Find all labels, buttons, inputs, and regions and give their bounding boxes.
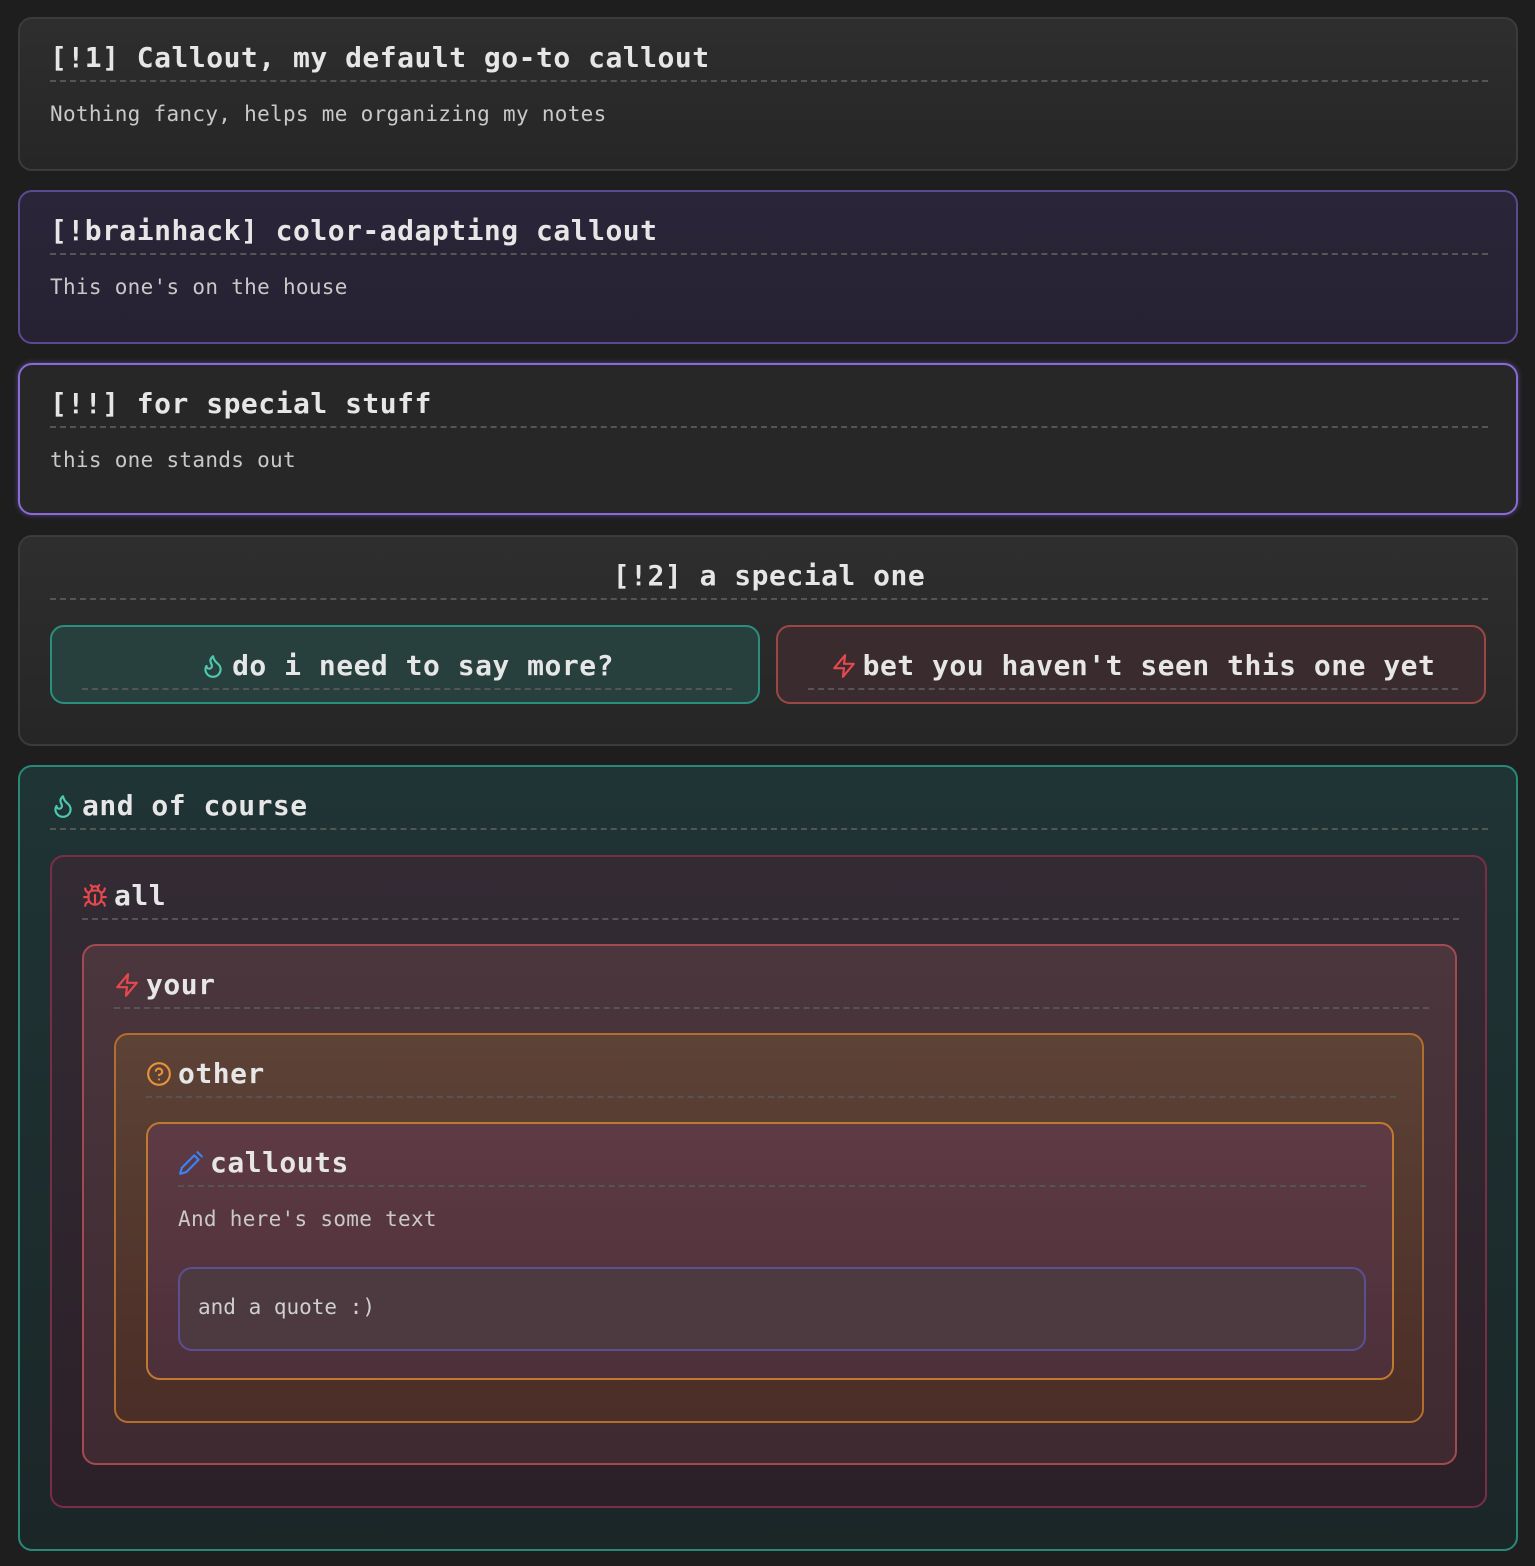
callout-special: [!!] for special stuff this one stands o… bbox=[18, 363, 1518, 515]
flame-icon bbox=[50, 791, 76, 821]
callout-nested-note: callouts And here's some text and a quot… bbox=[146, 1122, 1394, 1380]
callout-special-one: [!2] a special one do i need to say more… bbox=[18, 535, 1518, 746]
callout-title-text: all bbox=[114, 879, 167, 912]
callout-title-text: other bbox=[178, 1057, 265, 1090]
flame-icon bbox=[200, 651, 226, 681]
callout-body: This one's on the house bbox=[50, 275, 348, 299]
callout-title-text: and of course bbox=[82, 789, 308, 822]
zap-icon bbox=[831, 651, 857, 681]
callout-title: [!2] a special one bbox=[50, 559, 1488, 600]
callout-title-text: your bbox=[146, 968, 216, 1001]
callout-nested-danger: your other callouts And here's some text… bbox=[82, 944, 1457, 1465]
callout-child-tip: do i need to say more? bbox=[50, 625, 760, 704]
callout-body: And here's some text bbox=[178, 1207, 437, 1231]
callout-body: this one stands out bbox=[50, 448, 296, 472]
callout-body: Nothing fancy, helps me organizing my no… bbox=[50, 102, 607, 126]
callout-title: callouts bbox=[178, 1146, 1366, 1187]
callout-nested-bug: all your other callouts And here's some … bbox=[50, 855, 1487, 1508]
callout-title: your bbox=[114, 968, 1429, 1009]
callout-title: other bbox=[146, 1057, 1396, 1098]
callout-title: do i need to say more? bbox=[82, 649, 732, 690]
callout-child-danger: bet you haven't seen this one yet bbox=[776, 625, 1486, 704]
question-icon bbox=[146, 1059, 172, 1089]
callout-title: bet you haven't seen this one yet bbox=[808, 649, 1458, 690]
callout-title-text: callouts bbox=[210, 1146, 349, 1179]
callout-nested-outer: and of course all your other callouts An… bbox=[18, 765, 1518, 1551]
bug-icon bbox=[82, 881, 108, 911]
callout-brainhack: [!brainhack] color-adapting callout This… bbox=[18, 190, 1518, 344]
callout-title: all bbox=[82, 879, 1459, 920]
callout-title: [!1] Callout, my default go-to callout bbox=[50, 41, 1488, 82]
zap-icon bbox=[114, 970, 140, 1000]
callout-nested-question: other callouts And here's some text and … bbox=[114, 1033, 1424, 1423]
callout-title: and of course bbox=[50, 789, 1488, 830]
callout-title-text: do i need to say more? bbox=[232, 649, 614, 682]
callout-title: [!!] for special stuff bbox=[50, 387, 1488, 428]
blockquote: and a quote :) bbox=[178, 1267, 1366, 1351]
pencil-icon bbox=[178, 1148, 204, 1178]
callout-title: [!brainhack] color-adapting callout bbox=[50, 214, 1488, 255]
callout-title-text: bet you haven't seen this one yet bbox=[862, 649, 1436, 682]
callout-default: [!1] Callout, my default go-to callout N… bbox=[18, 17, 1518, 171]
